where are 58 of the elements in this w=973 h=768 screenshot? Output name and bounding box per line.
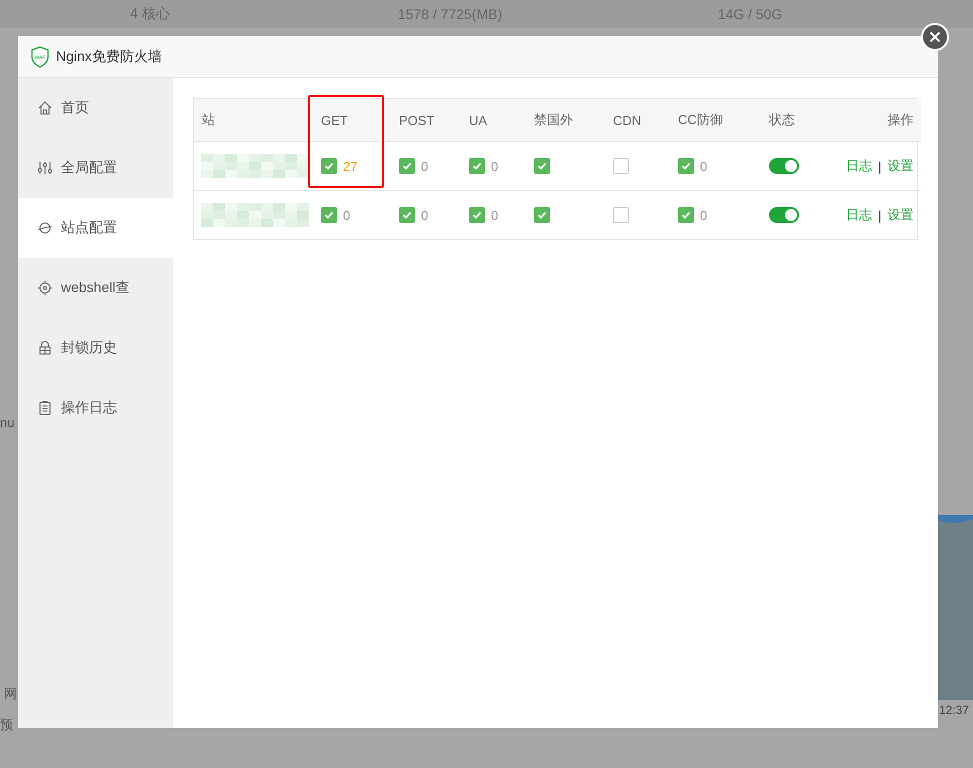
checkbox[interactable] — [469, 207, 485, 223]
separator-text: | — [878, 208, 882, 222]
dialog-title: Nginx免费防火墙 — [56, 48, 162, 66]
separator-text: | — [878, 158, 882, 174]
time-label: 12:37 — [939, 703, 970, 717]
check-icon — [402, 161, 412, 171]
sidebar-label: 首页 — [61, 99, 89, 117]
count-text: 0 — [700, 208, 708, 222]
count-text: 0 — [700, 158, 708, 174]
sidebar-item[interactable]: 全局配置 — [18, 138, 173, 198]
planet-icon — [37, 220, 53, 236]
checkbox[interactable] — [399, 158, 415, 174]
check-icon — [472, 210, 482, 220]
status-toggle[interactable] — [769, 207, 799, 223]
checkbox[interactable] — [678, 207, 694, 223]
lock-icon — [37, 340, 53, 356]
count-text: 0 — [491, 208, 498, 222]
checkbox[interactable] — [321, 158, 337, 174]
home-icon — [37, 100, 53, 116]
background-text: 预 — [0, 716, 13, 734]
sidebar-item[interactable]: 封锁历史 — [18, 318, 173, 378]
checkbox[interactable] — [613, 158, 629, 174]
sidebar-label: 站点配置 — [61, 219, 117, 237]
sidebar-item[interactable]: 首页 — [18, 78, 173, 138]
sidebar-label: 操作日志 — [61, 399, 117, 417]
sidebar-item[interactable]: webshell查 — [18, 258, 173, 318]
check-icon — [537, 161, 547, 171]
target-icon — [37, 280, 53, 296]
sliders-icon — [37, 160, 53, 176]
sidebar-label: webshell查 — [61, 279, 130, 297]
check-icon — [402, 210, 412, 220]
checkbox[interactable] — [321, 207, 337, 223]
count-text: 0 — [343, 208, 350, 222]
sidebar-label: 封锁历史 — [61, 339, 117, 357]
background-text: nu — [0, 415, 14, 430]
check-icon — [681, 210, 691, 220]
sidebar-item[interactable]: 站点配置 — [18, 198, 173, 258]
check-icon — [472, 161, 482, 171]
checkbox[interactable] — [613, 207, 629, 223]
checkbox[interactable] — [469, 158, 485, 174]
clipboard-icon — [37, 400, 53, 416]
close-icon — [929, 31, 941, 43]
background-text: 网 — [4, 685, 17, 703]
check-icon — [681, 161, 691, 171]
checkbox[interactable] — [534, 207, 550, 223]
sidebar-item[interactable]: 操作日志 — [18, 378, 173, 438]
checkbox[interactable] — [399, 207, 415, 223]
count-text: 27 — [343, 158, 358, 174]
status-toggle[interactable] — [769, 158, 799, 174]
count-text: 0 — [491, 158, 498, 174]
count-text: 0 — [421, 208, 428, 222]
sidebar-label: 全局配置 — [61, 159, 117, 177]
check-icon — [537, 210, 547, 220]
checkbox[interactable] — [534, 158, 550, 174]
checkbox[interactable] — [678, 158, 694, 174]
count-text: 0 — [421, 158, 428, 174]
check-icon — [324, 161, 334, 171]
check-icon — [324, 210, 334, 220]
